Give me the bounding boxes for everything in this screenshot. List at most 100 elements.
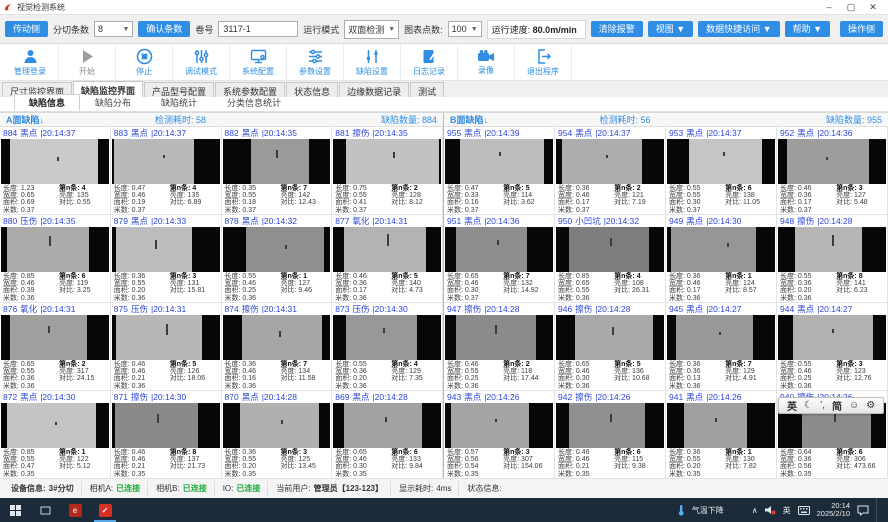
defect-cell[interactable]: 953黑点|20:14:37长度: 0.55第n条: 6宽度: 0.55亮度: … xyxy=(666,127,777,215)
defect-image[interactable] xyxy=(333,139,441,184)
defect-cell[interactable]: 947擦伤|20:14:28长度: 0.46第n条: 2宽度: 0.55亮度: … xyxy=(444,303,555,391)
taskbar-app-inspection[interactable]: ✓ xyxy=(90,498,120,522)
defect-cell[interactable]: 952黑点|20:14:36长度: 0.46第n条: 3宽度: 0.36亮度: … xyxy=(777,127,888,215)
defect-cell[interactable]: 946擦伤|20:14:28长度: 0.65第n条: 5宽度: 0.46亮度: … xyxy=(555,303,666,391)
defect-cell[interactable]: 883黑点|20:14:37长度: 0.47第n条: 4宽度: 0.46亮度: … xyxy=(111,127,222,215)
defect-image[interactable] xyxy=(112,315,220,360)
view-menu-button[interactable]: 视图 ▼ xyxy=(648,21,693,38)
action-user[interactable]: 管理登录 xyxy=(2,44,59,80)
notification-icon[interactable] xyxy=(857,505,869,516)
defect-image[interactable] xyxy=(667,403,775,448)
defect-image[interactable] xyxy=(223,315,331,360)
defect-cell[interactable]: 877氧化|20:14:31长度: 0.46第n条: 5宽度: 0.36亮度: … xyxy=(332,215,443,303)
ime-emoji-icon[interactable]: ☺ xyxy=(849,400,859,411)
defect-image[interactable] xyxy=(445,403,553,448)
sub-tab-3[interactable]: 缺陷统计 xyxy=(146,94,212,111)
defect-cell[interactable]: 942擦伤|20:14:26长度: 0.46第n条: 6宽度: 0.46亮度: … xyxy=(555,391,666,479)
operate-side-button[interactable]: 操作侧 xyxy=(840,21,883,38)
defect-cell[interactable]: 872黑点|20:14:30长度: 0.85第n条: 1宽度: 0.55亮度: … xyxy=(0,391,111,479)
panel-b-title[interactable]: B面缺陷↓ xyxy=(450,113,488,126)
task-view-button[interactable] xyxy=(30,498,60,522)
defect-image[interactable] xyxy=(556,315,664,360)
help-menu-button[interactable]: 帮助 ▼ xyxy=(785,21,830,38)
defect-image[interactable] xyxy=(333,315,441,360)
defect-image[interactable] xyxy=(112,227,220,272)
defect-image[interactable] xyxy=(445,315,553,360)
ime-punctuation-toggle[interactable]: ’, xyxy=(820,400,825,411)
tray-expand-chevron[interactable]: ∧ xyxy=(752,506,758,515)
maximize-button[interactable]: ▢ xyxy=(840,1,862,14)
main-tab-7[interactable]: 测试 xyxy=(410,82,444,97)
defect-image[interactable] xyxy=(556,139,664,184)
ime-settings-gear-icon[interactable]: ⚙ xyxy=(866,400,875,411)
defect-image[interactable] xyxy=(1,315,109,360)
action-params-sliders[interactable]: 参数设置 xyxy=(287,44,344,80)
defect-cell[interactable]: 943黑点|20:14:26长度: 0.57第n条: 3宽度: 0.56亮度: … xyxy=(444,391,555,479)
start-button[interactable] xyxy=(0,498,30,522)
defect-image[interactable] xyxy=(445,139,553,184)
defect-cell[interactable]: 948擦伤|20:14:28长度: 0.55第n条: 8宽度: 0.36亮度: … xyxy=(777,215,888,303)
defect-cell[interactable]: 880压伤|20:14:35长度: 0.85第n条: 6宽度: 0.46亮度: … xyxy=(0,215,111,303)
defect-cell[interactable]: 876氧化|20:14:31长度: 0.65第n条: 2宽度: 0.55亮度: … xyxy=(0,303,111,391)
defect-image[interactable] xyxy=(223,227,331,272)
defect-cell[interactable]: 941黑点|20:14:26长度: 0.36第n条: 1宽度: 0.55亮度: … xyxy=(666,391,777,479)
defect-cell[interactable]: 870黑点|20:14:28长度: 0.36第n条: 3宽度: 0.55亮度: … xyxy=(222,391,333,479)
action-exit[interactable]: 退出程序 xyxy=(515,44,572,80)
roll-number-input[interactable]: 3117-1 xyxy=(218,21,298,37)
speaker-icon[interactable] xyxy=(765,505,776,515)
defect-cell[interactable]: 881擦伤|20:14:35长度: 0.75第n条: 2宽度: 0.55亮度: … xyxy=(332,127,443,215)
defect-cell[interactable]: 875压伤|20:14:31长度: 0.46第n条: 5宽度: 0.46亮度: … xyxy=(111,303,222,391)
defect-cell[interactable]: 951黑点|20:14:36长度: 0.65第n条: 7宽度: 0.46亮度: … xyxy=(444,215,555,303)
defect-image[interactable] xyxy=(1,227,109,272)
defect-image[interactable] xyxy=(667,315,775,360)
defect-cell[interactable]: 869黑点|20:14:28长度: 0.65第n条: 6宽度: 0.46亮度: … xyxy=(332,391,443,479)
defect-image[interactable] xyxy=(333,403,441,448)
defect-cell[interactable]: 874擦伤|20:14:31长度: 0.36第n条: 7宽度: 0.46亮度: … xyxy=(222,303,333,391)
action-stop[interactable]: 停止 xyxy=(116,44,173,80)
action-play[interactable]: 开始 xyxy=(59,44,116,80)
defect-image[interactable] xyxy=(667,227,775,272)
input-language-indicator[interactable]: 英 xyxy=(783,505,791,516)
defect-image[interactable] xyxy=(778,227,886,272)
main-tab-6[interactable]: 边缘数据记录 xyxy=(339,82,409,97)
defect-image[interactable] xyxy=(1,139,109,184)
defect-image[interactable] xyxy=(445,227,553,272)
defect-image[interactable] xyxy=(1,403,109,448)
defect-image[interactable] xyxy=(223,139,331,184)
defect-cell[interactable]: 944黑点|20:14:27长度: 0.55第n条: 3宽度: 0.46亮度: … xyxy=(777,303,888,391)
ime-lang-toggle[interactable]: 英 xyxy=(787,398,797,413)
weather-text[interactable]: 气温下降 xyxy=(692,505,724,516)
action-debug-sliders[interactable]: 调试模式 xyxy=(173,44,230,80)
defect-image[interactable] xyxy=(112,139,220,184)
defect-cell[interactable]: 950小凹坑|20:14:32长度: 0.85第n条: 4宽度: 0.65亮度:… xyxy=(555,215,666,303)
confirm-count-button[interactable]: 确认条数 xyxy=(138,21,190,38)
defect-image[interactable] xyxy=(112,403,220,448)
defect-cell[interactable]: 884黑点|20:14:37长度: 1.23第n条: 4宽度: 0.65亮度: … xyxy=(0,127,111,215)
defect-cell[interactable]: 955黑点|20:14:39长度: 0.47第n条: 5宽度: 0.33亮度: … xyxy=(444,127,555,215)
defect-image[interactable] xyxy=(556,403,664,448)
close-button[interactable]: ✕ xyxy=(862,1,884,14)
defect-cell[interactable]: 879黑点|20:14:33长度: 0.36第n条: 3宽度: 0.55亮度: … xyxy=(111,215,222,303)
minimize-button[interactable]: – xyxy=(818,1,840,14)
ime-simplified-toggle[interactable]: 简 xyxy=(832,398,842,413)
chart-points-select[interactable]: 100▼ xyxy=(448,21,482,37)
defect-cell[interactable]: 871擦伤|20:14:30长度: 0.46第n条: 8宽度: 0.46亮度: … xyxy=(111,391,222,479)
keyboard-icon[interactable] xyxy=(798,506,810,515)
defect-cell[interactable]: 954黑点|20:14:37长度: 0.36第n条: 2宽度: 0.46亮度: … xyxy=(555,127,666,215)
defect-cell[interactable]: 878黑点|20:14:32长度: 0.55第n条: 1宽度: 0.46亮度: … xyxy=(222,215,333,303)
clear-alarm-button[interactable]: 清除报警 xyxy=(591,21,643,38)
defect-image[interactable] xyxy=(333,227,441,272)
action-system-config[interactable]: 系统配置 xyxy=(230,44,287,80)
sub-tab-4[interactable]: 分类信息统计 xyxy=(212,94,296,111)
defect-cell[interactable]: 949黑点|20:14:30长度: 0.36第n条: 1宽度: 0.46亮度: … xyxy=(666,215,777,303)
action-defect-settings[interactable]: 缺陷设置 xyxy=(344,44,401,80)
sub-tab-1[interactable]: 缺陷信息 xyxy=(14,94,80,111)
defect-image[interactable] xyxy=(667,139,775,184)
run-mode-select[interactable]: 双面检测▼ xyxy=(344,20,399,39)
action-log[interactable]: 日志记录 xyxy=(401,44,458,80)
defect-cell[interactable]: 882黑点|20:14:35长度: 0.35第n条: 7宽度: 0.55亮度: … xyxy=(222,127,333,215)
defect-image[interactable] xyxy=(556,227,664,272)
show-desktop-button[interactable] xyxy=(876,498,882,522)
slit-count-select[interactable]: 8▼ xyxy=(94,21,133,37)
defect-image[interactable] xyxy=(778,139,886,184)
